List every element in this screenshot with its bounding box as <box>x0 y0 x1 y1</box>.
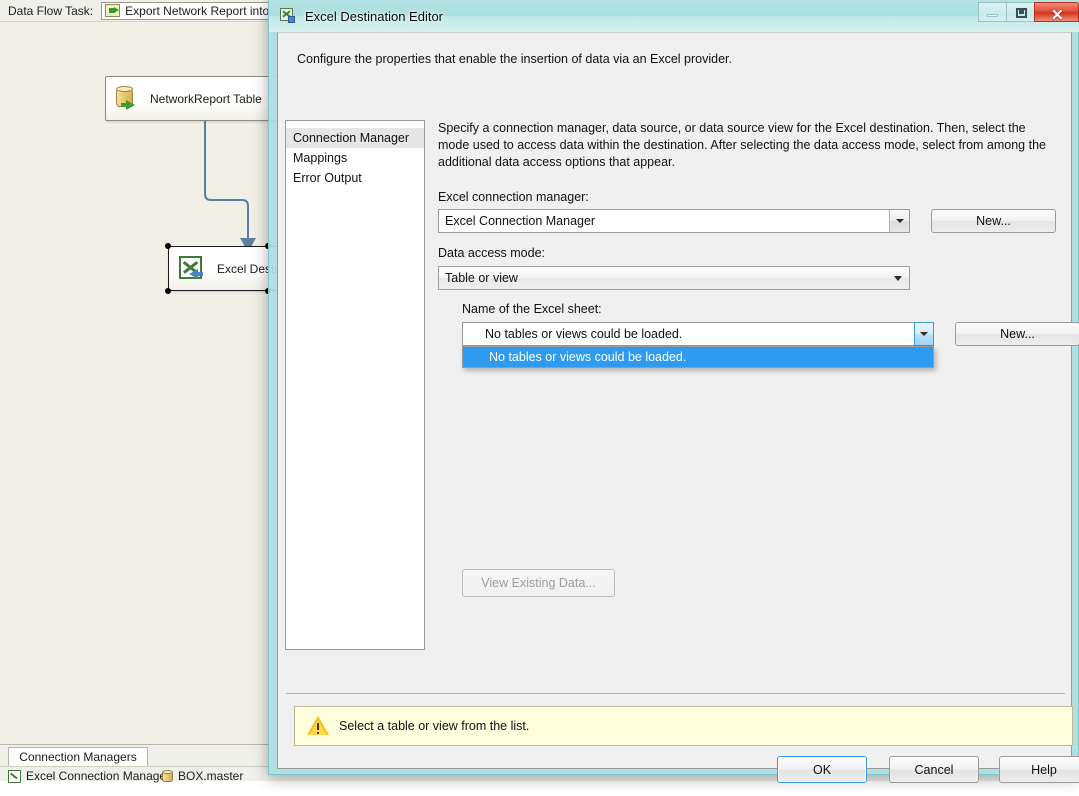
data-flow-task-value: Export Network Report into <box>125 4 269 18</box>
database-source-icon <box>116 86 138 112</box>
dialog-intro-text: Configure the properties that enable the… <box>297 51 1037 67</box>
dialog-nav-list[interactable]: Connection Manager Mappings Error Output <box>285 120 425 650</box>
ok-button[interactable]: OK <box>777 756 867 783</box>
nav-item-connection-manager[interactable]: Connection Manager <box>286 128 424 148</box>
excel-connection-manager-combo[interactable]: Excel Connection Manager <box>438 209 910 233</box>
chevron-down-icon[interactable] <box>914 322 934 346</box>
window-controls: ✕ <box>978 2 1079 22</box>
warning-triangle-icon <box>307 716 329 736</box>
dialog-title: Excel Destination Editor <box>305 9 443 24</box>
data-access-mode-label: Data access mode: <box>438 246 545 260</box>
excel-destination-icon <box>280 8 296 24</box>
connection-managers-tab[interactable]: Connection Managers <box>8 747 148 766</box>
dialog-titlebar[interactable]: Excel Destination Editor ✕ <box>269 0 1079 32</box>
selection-handle[interactable] <box>165 288 171 294</box>
new-connection-manager-button[interactable]: New... <box>931 209 1056 233</box>
selection-handle[interactable] <box>165 243 171 249</box>
excel-sheet-value: No tables or views could be loaded. <box>463 327 914 341</box>
excel-connection-manager-label: Excel connection manager: <box>438 190 589 204</box>
excel-destination-icon <box>179 256 205 282</box>
maximize-icon <box>1016 8 1027 18</box>
dialog-divider <box>286 693 1065 694</box>
minimize-icon <box>987 14 998 17</box>
maximize-button[interactable] <box>1006 2 1034 22</box>
node-source-label: NetworkReport Table <box>150 92 262 106</box>
data-flow-task-label: Data Flow Task: <box>8 4 93 18</box>
help-button[interactable]: Help <box>999 756 1079 783</box>
pane-description: Specify a connection manager, data sourc… <box>438 120 1059 171</box>
data-access-mode-value: Table or view <box>439 271 887 285</box>
connection-manager-pane: Specify a connection manager, data sourc… <box>438 120 1071 650</box>
excel-destination-editor-dialog: Excel Destination Editor ✕ Configure the… <box>268 0 1079 775</box>
nav-item-error-output[interactable]: Error Output <box>286 168 424 188</box>
warning-bar: Select a table or view from the list. <box>294 706 1073 746</box>
dialog-button-row: OK Cancel Help <box>278 756 1073 796</box>
excel-sheet-label: Name of the Excel sheet: <box>462 302 602 316</box>
dialog-body: Configure the properties that enable the… <box>277 32 1072 769</box>
excel-connection-manager-value: Excel Connection Manager <box>439 214 889 228</box>
minimize-button[interactable] <box>978 2 1006 22</box>
view-existing-data-button[interactable]: View Existing Data... <box>462 569 615 597</box>
data-access-mode-combo[interactable]: Table or view <box>438 266 910 290</box>
warning-message: Select a table or view from the list. <box>339 719 529 733</box>
dropdown-option[interactable]: No tables or views could be loaded. <box>463 347 933 367</box>
cancel-button[interactable]: Cancel <box>889 756 979 783</box>
excel-sheet-dropdown-list[interactable]: No tables or views could be loaded. <box>462 346 934 368</box>
chevron-down-icon[interactable] <box>887 267 909 289</box>
data-flow-icon <box>105 4 120 17</box>
close-icon: ✕ <box>1051 6 1064 24</box>
nav-item-mappings[interactable]: Mappings <box>286 148 424 168</box>
close-button[interactable]: ✕ <box>1034 2 1079 22</box>
new-excel-sheet-button[interactable]: New... <box>955 322 1079 346</box>
chevron-down-icon[interactable] <box>889 210 909 232</box>
excel-sheet-combo[interactable]: No tables or views could be loaded. <box>462 322 934 346</box>
